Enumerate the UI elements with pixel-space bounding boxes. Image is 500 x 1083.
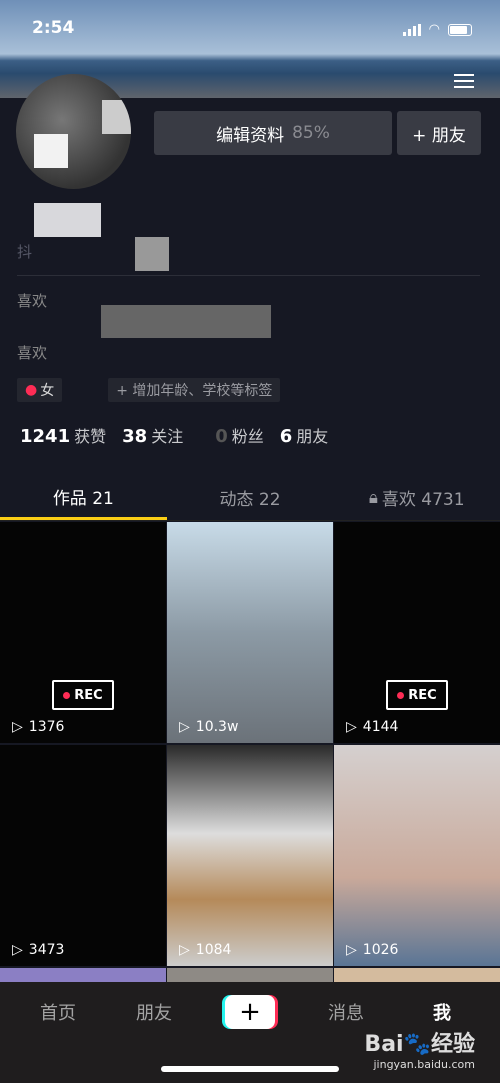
play-icon: ▷ [346,719,357,735]
battery-icon [448,23,472,36]
video-thumbnail[interactable]: ▷ 1026 [334,745,500,966]
add-tag-button[interactable]: + 增加年龄、学校等标签 [108,378,281,402]
rec-badge: REC [52,680,114,710]
play-count: ▷ 1084 [179,942,232,958]
tab-posts[interactable]: 动态 22 [167,475,334,520]
video-thumbnail[interactable]: REC ▷ 1376 [0,522,166,743]
stat-friends[interactable]: 6 朋友 [280,423,329,447]
play-icon: ▷ [179,719,190,735]
play-icon: ▷ [12,719,23,735]
stat-following[interactable]: 38 关注 [122,423,183,447]
signal-icon [402,23,421,36]
bio-line: 喜欢 [17,344,48,362]
video-grid: REC ▷ 1376 ▷ 10.3w REC ▷ 4144 ▷ 3473 ▷ 1084 ▷ 1026 [0,522,500,984]
play-icon: ▷ [346,942,357,958]
play-count: ▷ 1376 [12,719,65,735]
profile-stats: 1241 获赞 38 关注 0 粉丝 6 朋友 [20,423,328,447]
video-thumbnail[interactable]: ▷ 3473 [0,745,166,966]
status-time: 2:54 [32,18,75,38]
person-icon: ● [25,382,38,398]
gender-tag[interactable]: ● 女 [17,378,63,402]
video-thumbnail[interactable]: ▷ 1084 [167,745,333,966]
bio-line: 喜欢 [17,292,48,310]
tab-works[interactable]: 作品 21 [0,475,167,520]
nav-friends[interactable]: 朋友 [106,982,202,1042]
lock-icon: 🔒︎ [368,487,378,508]
stat-followers[interactable]: 0 粉丝 [215,423,264,447]
video-thumbnail[interactable]: ▷ 10.3w [167,522,333,743]
menu-icon[interactable] [454,70,474,92]
bio-mosaic [101,305,271,338]
play-icon: ▷ [179,942,190,958]
edit-profile-button[interactable]: 编辑资料 85% [154,111,392,155]
add-friend-button[interactable]: + 朋友 [397,111,481,155]
play-count: ▷ 1026 [346,942,399,958]
video-thumbnail[interactable]: REC ▷ 4144 [334,522,500,743]
username-mosaic [34,203,101,237]
create-button[interactable]: + [225,995,275,1029]
profile-completion: 85% [292,123,330,143]
stat-likes[interactable]: 1241 获赞 [20,423,106,447]
divider [17,275,480,276]
play-count: ▷ 10.3w [179,719,239,735]
home-indicator [161,1066,339,1072]
avatar[interactable] [16,74,131,189]
play-count: ▷ 4144 [346,719,399,735]
tab-likes[interactable]: 🔒︎ 喜欢 4731 [333,475,500,520]
play-icon: ▷ [12,942,23,958]
play-count: ▷ 3473 [12,942,65,958]
wifi-icon: ◠ [428,22,440,37]
id-mosaic [135,237,169,271]
douyin-id: 抖 [17,243,33,261]
nav-home[interactable]: 首页 [10,982,106,1042]
baidu-watermark: Bai🐾经验 jingyan.baidu.com [364,1032,475,1071]
profile-tabs: 作品 21 动态 22 🔒︎ 喜欢 4731 [0,475,500,521]
rec-badge: REC [386,680,448,710]
status-icons: ◠ [402,22,472,37]
